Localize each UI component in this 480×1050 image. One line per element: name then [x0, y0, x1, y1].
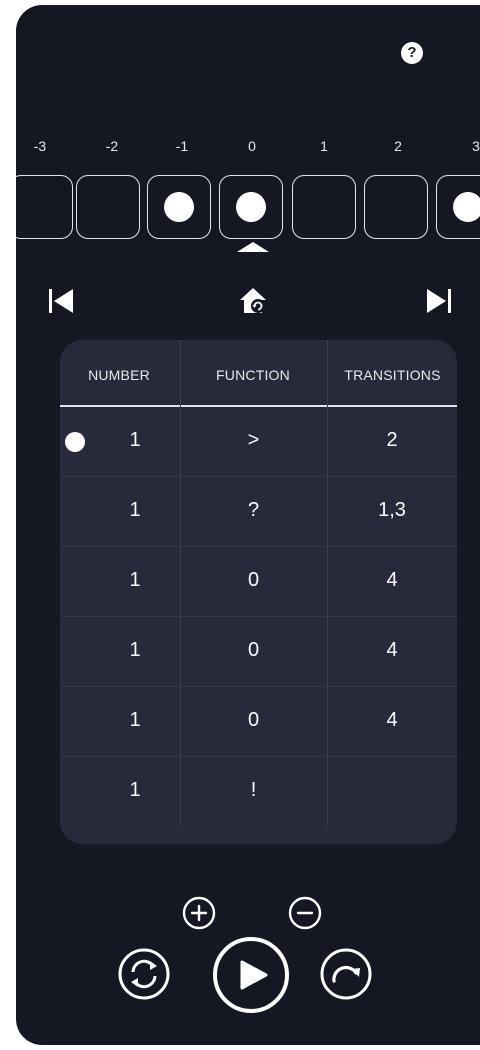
help-button[interactable]: ? — [401, 42, 423, 64]
home-reset-icon[interactable] — [238, 286, 268, 316]
tape-symbol-dot — [236, 192, 266, 222]
tape-index: 2 — [394, 138, 402, 154]
table-cell-function[interactable]: ? — [180, 499, 327, 522]
table-cell-number[interactable]: 1 — [90, 569, 180, 592]
tape-cell[interactable] — [292, 175, 356, 239]
table-cell-number[interactable]: 1 — [90, 639, 180, 662]
column-header-transitions: TRANSITIONS — [344, 367, 441, 383]
table-cell-function[interactable]: > — [180, 429, 327, 452]
tape-index: -1 — [175, 138, 189, 154]
active-state-indicator — [65, 432, 85, 452]
row-divider — [60, 756, 457, 757]
tape-head-pointer-icon — [237, 242, 269, 252]
table-cell-transitions[interactable]: 2 — [327, 429, 457, 452]
sync-icon[interactable] — [117, 947, 171, 1001]
tape-index: 3 — [472, 138, 480, 154]
app-screen: ? -3 -2 -1 0 1 2 3 NUMBER FUNCTION TRANS… — [16, 5, 480, 1045]
table-cell-transitions[interactable]: 4 — [327, 569, 457, 592]
tape-cell[interactable] — [16, 175, 73, 239]
tape-cell[interactable] — [436, 175, 480, 239]
row-divider — [60, 686, 457, 687]
redo-icon[interactable] — [319, 947, 373, 1001]
header-divider — [60, 405, 457, 407]
row-divider — [60, 616, 457, 617]
tape-symbol-dot — [453, 192, 480, 222]
tape-cell[interactable] — [147, 175, 211, 239]
table-cell-transitions[interactable]: 4 — [327, 639, 457, 662]
state-table: NUMBER FUNCTION TRANSITIONS 1 >2 1? 1,3 1 0 4 1… — [60, 340, 457, 844]
plus-circle-icon[interactable] — [181, 895, 217, 931]
play-icon[interactable] — [211, 935, 291, 1015]
table-cell-transitions[interactable]: 4 — [327, 709, 457, 732]
column-header-number: NUMBER — [88, 367, 150, 383]
table-cell-number[interactable]: 1 — [90, 429, 180, 452]
tape-index: -3 — [33, 138, 47, 154]
table-cell-function[interactable]: 0 — [180, 639, 327, 662]
table-cell-number[interactable]: 1 — [90, 779, 180, 802]
table-cell-function[interactable]: 0 — [180, 569, 327, 592]
minus-circle-icon[interactable] — [287, 895, 323, 931]
table-cell-transitions[interactable]: 1,3 — [327, 499, 457, 522]
column-header-function: FUNCTION — [216, 367, 290, 383]
table-cell-number[interactable]: 1 — [90, 709, 180, 732]
tape-cell-current[interactable] — [219, 175, 283, 239]
skip-to-start-icon[interactable] — [46, 286, 76, 316]
tape-symbol-dot — [164, 192, 194, 222]
row-divider — [60, 476, 457, 477]
tape-cell[interactable] — [76, 175, 140, 239]
table-cell-number[interactable]: 1 — [90, 499, 180, 522]
question-circle-icon: ? — [407, 44, 417, 61]
tape-index: -2 — [105, 138, 119, 154]
row-divider — [60, 546, 457, 547]
tape-index: 0 — [248, 138, 256, 154]
tape-cell[interactable] — [364, 175, 428, 239]
skip-to-end-icon[interactable] — [424, 286, 454, 316]
tape-index: 1 — [320, 138, 328, 154]
table-cell-function[interactable]: ! — [180, 779, 327, 802]
table-cell-function[interactable]: 0 — [180, 709, 327, 732]
